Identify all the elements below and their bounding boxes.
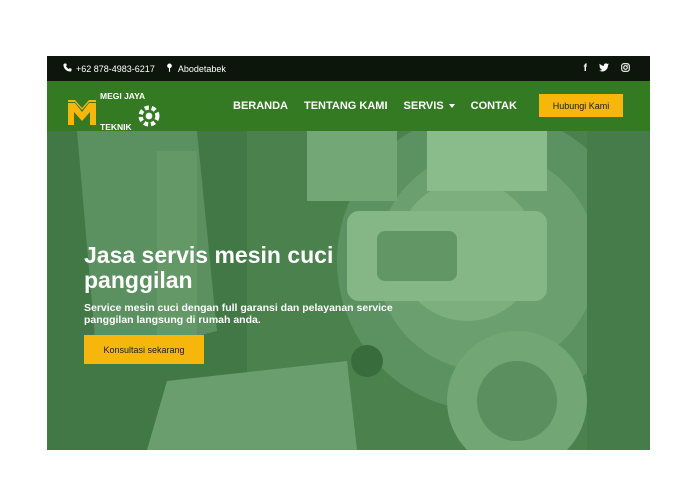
nav-item-servis-label: SERVIS [403,100,444,112]
hero-title: Jasa servis mesin cuci panggilan [84,242,334,293]
caret-down-icon [448,104,455,108]
top-bar: +62 878-4983-6217 Abodetabek f [47,56,650,81]
hero-section: Jasa servis mesin cuci panggilan Service… [47,131,650,450]
facebook-icon[interactable]: f [584,63,587,74]
social-links: f [584,56,630,81]
konsultasi-button[interactable]: Konsultasi sekarang [84,335,204,364]
instagram-icon[interactable] [621,62,630,75]
nav-item-tentang-kami[interactable]: TENTANG KAMI [304,100,388,112]
map-pin-icon [165,63,174,74]
nav-item-beranda[interactable]: BERANDA [233,100,288,112]
megi-jaya-logo-icon [68,100,96,125]
main-navigation: MEGI JAYA TEKNIK BERANDA TENTANG KAMI SE… [47,81,650,135]
nav-item-servis[interactable]: SERVIS [404,100,455,112]
hero-subtitle: Service mesin cuci dengan full garansi d… [84,302,393,326]
phone-number[interactable]: +62 878-4983-6217 [76,64,155,74]
nav-item-contak[interactable]: CONTAK [471,100,517,112]
contact-info: +62 878-4983-6217 Abodetabek [63,56,236,81]
location-text: Abodetabek [177,63,226,74]
brand-name-line1: MEGI JAYA [100,91,146,101]
nav-menu: BERANDA TENTANG KAMI SERVIS CONTAK [233,81,517,131]
website: +62 878-4983-6217 Abodetabek f MEGI JAYA [47,56,650,450]
twitter-icon[interactable] [599,62,609,75]
phone-icon [63,63,72,74]
site-logo[interactable]: MEGI JAYA TEKNIK [67,91,165,135]
hubungi-kami-button[interactable]: Hubungi Kami [539,94,623,117]
